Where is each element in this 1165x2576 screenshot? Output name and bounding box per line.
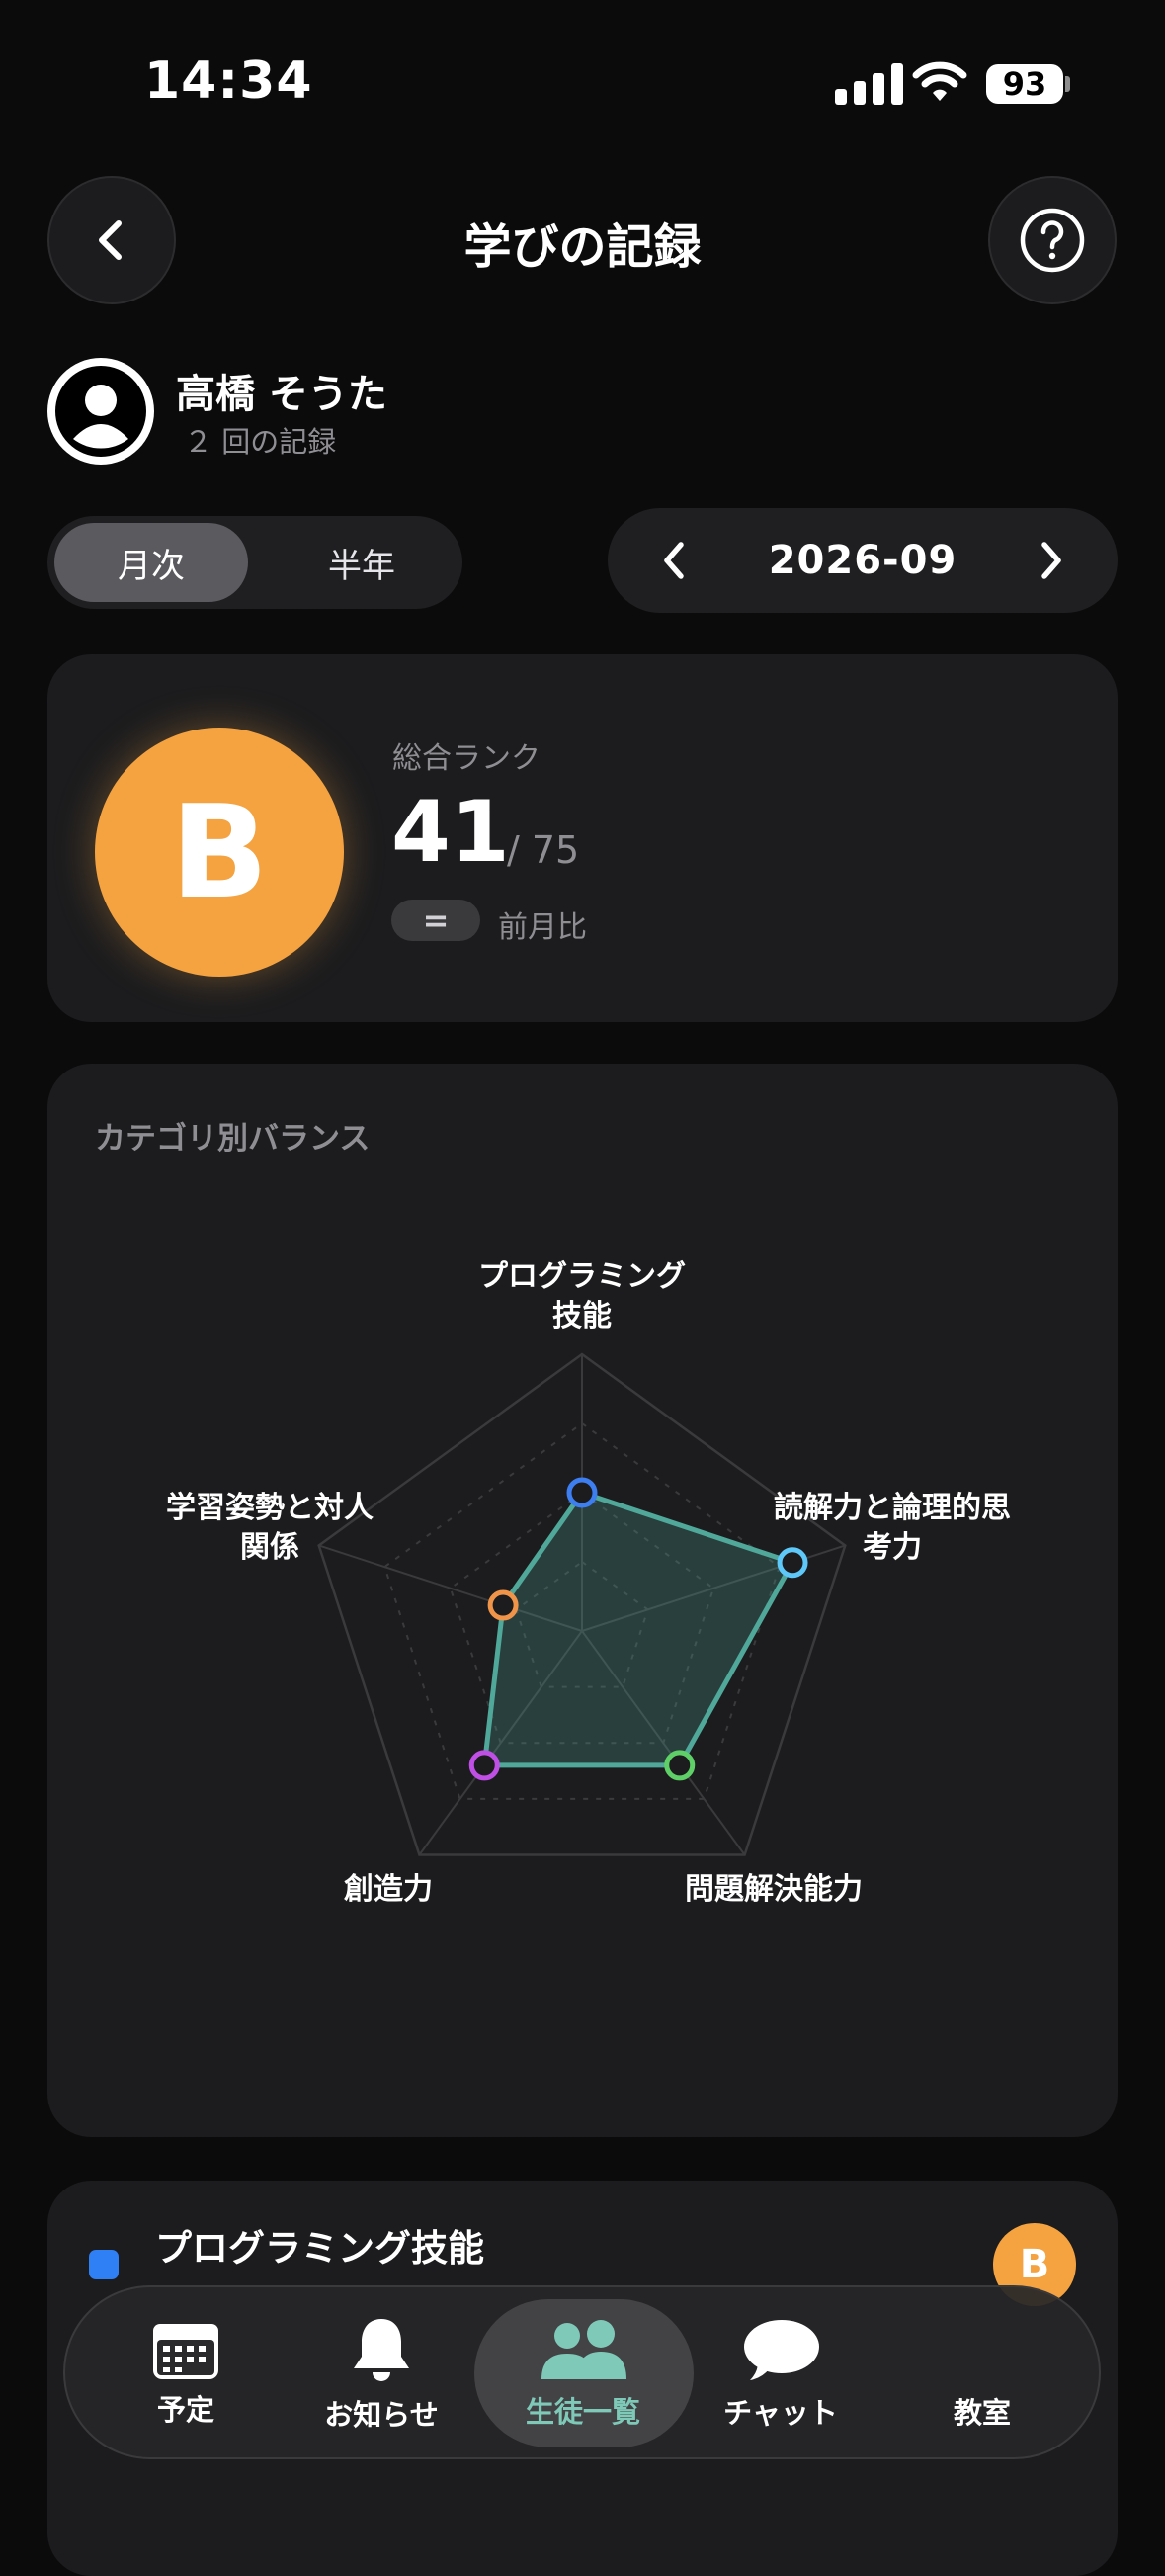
status-time: 14:34 bbox=[144, 51, 313, 111]
tab-chat[interactable]: チャット bbox=[682, 2287, 879, 2461]
bell-icon bbox=[354, 2319, 409, 2381]
cellular-signal-icon bbox=[835, 61, 903, 105]
tab-students[interactable]: 生徒一覧 bbox=[484, 2287, 682, 2461]
tab-label: 予定 bbox=[156, 2393, 214, 2427]
radar-axis-label-line: 創造力 bbox=[344, 1872, 433, 1907]
radar-data-point bbox=[468, 1750, 500, 1781]
help-icon bbox=[1020, 208, 1085, 273]
people-icon bbox=[541, 2320, 626, 2379]
period-type-toggle: 月次 半年 bbox=[47, 516, 462, 609]
radar-data-point bbox=[487, 1589, 519, 1621]
tab-classroom[interactable]: 教室 bbox=[883, 2287, 1081, 2461]
classroom-icon bbox=[948, 2317, 1017, 2384]
person-icon bbox=[55, 366, 146, 457]
radar-axis-label-line: 学習姿勢と対人 bbox=[166, 1491, 374, 1525]
rank-grade-badge: B bbox=[95, 728, 344, 977]
period-value: 2026-09 bbox=[768, 538, 957, 583]
tab-bar: 予定 お知らせ 生徒一覧 チャット 教室 bbox=[63, 2285, 1101, 2459]
battery-tip bbox=[1065, 76, 1070, 92]
radar-axis-label-line: 問題解決能力 bbox=[685, 1872, 863, 1907]
calendar-icon bbox=[153, 2324, 218, 2379]
period-selector: 2026-09 bbox=[608, 508, 1118, 613]
radar-axis-label: 創造力 bbox=[230, 1870, 546, 1910]
category-title: プログラミング技能 bbox=[155, 2227, 484, 2270]
radar-axis-label-line: 読解力と論理的思 bbox=[774, 1491, 1011, 1525]
tab-label: お知らせ bbox=[324, 2398, 439, 2432]
tab-label: チャット bbox=[723, 2396, 838, 2430]
avatar bbox=[47, 358, 154, 465]
student-name: 高橋 そうた bbox=[176, 372, 387, 417]
rank-total: / 75 bbox=[507, 828, 580, 872]
radar-data-point bbox=[566, 1477, 598, 1508]
tab-label: 教室 bbox=[953, 2396, 1011, 2430]
balance-title: カテゴリ別バランス bbox=[95, 1121, 371, 1157]
category-color-swatch bbox=[89, 2250, 119, 2279]
radar-axis-label-line: 技能 bbox=[552, 1299, 612, 1333]
tab-label: 生徒一覧 bbox=[525, 2395, 640, 2429]
help-button[interactable] bbox=[988, 176, 1117, 304]
record-count: ２ 回の記録 bbox=[184, 425, 337, 459]
chat-icon bbox=[744, 2320, 819, 2380]
wifi-icon bbox=[912, 59, 967, 107]
radar-axis-label: 学習姿勢と対人 関係 bbox=[112, 1489, 428, 1568]
radar-axis-label: 読解力と論理的思 考力 bbox=[734, 1489, 1050, 1568]
radar-data-point bbox=[664, 1750, 696, 1781]
tab-schedule[interactable]: 予定 bbox=[87, 2287, 285, 2461]
radar-axis-label: プログラミング 技能 bbox=[424, 1257, 740, 1336]
rank-change-badge: = bbox=[391, 900, 480, 941]
prev-period-button[interactable] bbox=[655, 539, 695, 582]
radar-axis-label-line: 関係 bbox=[240, 1530, 299, 1565]
toggle-monthly[interactable]: 月次 bbox=[54, 523, 248, 602]
toggle-half-year[interactable]: 半年 bbox=[265, 523, 458, 602]
battery-indicator: 93 bbox=[986, 64, 1063, 104]
rank-change-label: 前月比 bbox=[498, 910, 587, 945]
radar-axis-label-line: プログラミング bbox=[478, 1259, 686, 1294]
rank-label: 総合ランク bbox=[392, 741, 541, 776]
rank-position: 41 bbox=[391, 783, 510, 882]
tab-notifications[interactable]: お知らせ bbox=[283, 2287, 480, 2461]
radar-axis-label-line: 考力 bbox=[863, 1530, 922, 1565]
radar-axis-label: 問題解決能力 bbox=[616, 1870, 932, 1910]
next-period-button[interactable] bbox=[1031, 539, 1070, 582]
